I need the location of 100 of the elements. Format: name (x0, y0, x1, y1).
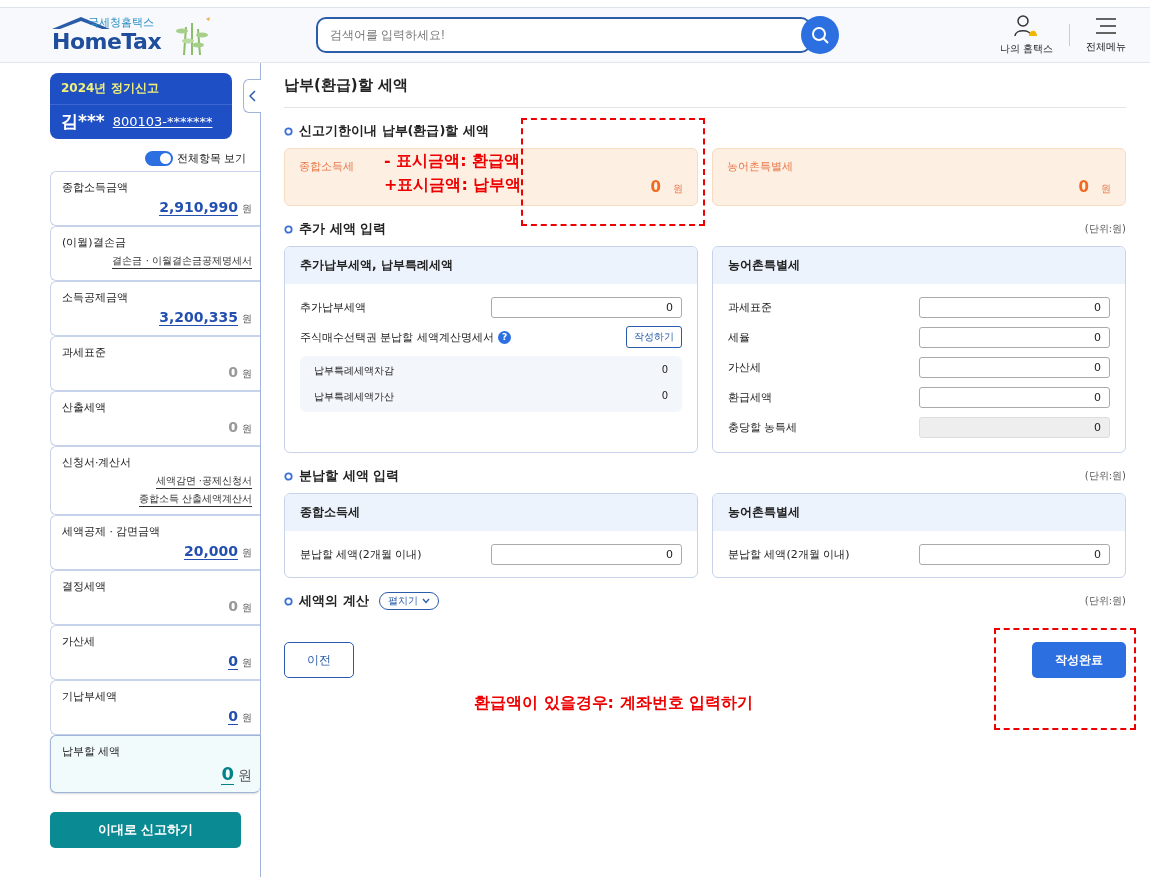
unit-label: 원 (238, 767, 252, 785)
search-field[interactable]: 검색어를 입력하세요! (316, 17, 811, 53)
unit-label: 원 (673, 182, 683, 196)
bullet-icon (284, 224, 293, 234)
user-name: 김*** (61, 110, 105, 133)
amount-link[interactable]: 2,910,990 (159, 199, 238, 216)
item-label: 세액공제 · 감면금액 (62, 524, 162, 539)
toggle-label: 전체항목 보기 (176, 151, 246, 166)
annotation-text: 환급액이 있을경우: 계좌번호 입력하기 (474, 693, 754, 714)
complete-button[interactable]: 작성완료 (1032, 642, 1126, 678)
amount-value: 0 (650, 178, 661, 196)
amount-field[interactable]: 0 (919, 386, 1110, 408)
field-label: 가산세 (728, 359, 761, 375)
expand-button[interactable]: 펼치기 (378, 592, 439, 610)
collapse-tab[interactable] (243, 79, 261, 113)
field-label: 분납할 세액(2개월 이내) (728, 546, 850, 562)
amount-field[interactable]: 0 (919, 326, 1110, 348)
help-icon[interactable]: ? (498, 330, 511, 344)
unit-label: 원 (242, 312, 252, 326)
amount-value: 0 (228, 419, 238, 435)
item-label: 기납부세액 (62, 689, 118, 704)
amount-value: 0 (1078, 178, 1089, 196)
toggle-switch[interactable] (144, 151, 173, 166)
amount-field[interactable]: 0 (919, 543, 1110, 565)
field-label: 추가납부세액 (300, 299, 366, 315)
amount-field[interactable]: 0 (491, 296, 682, 318)
field-label: 환급세액 (728, 389, 772, 405)
document-link[interactable]: 세액감면 ·공제신청서 (155, 474, 252, 489)
bullet-icon (284, 596, 293, 606)
summary-item[interactable]: 과세표준 0 원 (50, 336, 260, 391)
section-title: 신고기한이내 납부(환급)할 세액 (299, 122, 489, 140)
amount-link[interactable]: 0 (228, 708, 238, 725)
amount-value: 0 (661, 364, 668, 377)
panel-header: 농어촌특별세 (713, 494, 1125, 531)
amount-field[interactable]: 0 (919, 356, 1110, 378)
field-label: 과세표준 (728, 299, 772, 315)
panel-header: 농어촌특별세 (713, 247, 1125, 284)
summary-item[interactable]: 산출세액 0 원 (50, 391, 260, 446)
unit-label: 원 (242, 601, 252, 615)
annotation-text: - 표시금액: 환급액 +표시금액: 납부액 (384, 150, 522, 196)
amount-link[interactable]: 20,000 (183, 543, 238, 560)
summary-item[interactable]: 납부할 세액 0 원 (50, 735, 260, 793)
submit-button[interactable]: 이대로 신고하기 (50, 812, 241, 848)
section-title: 추가 세액 입력 (299, 220, 387, 238)
unit-label: 원 (242, 202, 252, 216)
unit-label: 원 (242, 546, 252, 560)
field-label: 세율 (728, 329, 750, 345)
amount-link[interactable]: 0 (221, 763, 234, 785)
summary-item[interactable]: 종합소득금액 2,910,990 원 (50, 171, 260, 226)
amount-link[interactable]: 0 (228, 653, 238, 670)
menu-icon (1094, 16, 1118, 36)
field-label: 분납할 세액(2개월 이내) (300, 546, 422, 562)
section-title: 분납할 세액 입력 (299, 467, 400, 485)
panel-header: 종합소득세 (285, 494, 697, 531)
amount-value: 0 (228, 364, 238, 380)
page-title: 납부(환급)할 세액 (284, 63, 1126, 108)
unit-label: 원 (242, 367, 252, 381)
item-label: 종합소득금액 (62, 180, 129, 195)
chevron-down-icon (421, 598, 430, 604)
card-label: 종합소득세 (299, 159, 354, 174)
summary-item[interactable]: 결정세액 0 원 (50, 570, 260, 625)
document-link[interactable]: 결손금 · 이월결손금공제명세서 (112, 254, 252, 269)
amount-field[interactable]: 0 (919, 296, 1110, 318)
card-label: 농어촌특별세 (727, 159, 793, 174)
item-label: (이월)결손금 (62, 235, 127, 250)
summary-item[interactable]: 기납부세액 0 원 (50, 680, 260, 735)
unit-note: (단위:원) (1084, 594, 1126, 608)
amount-value: 0 (661, 390, 668, 403)
item-label: 과세표준 (62, 345, 107, 360)
bullet-icon (284, 126, 293, 136)
item-label: 산출세액 (62, 400, 107, 415)
write-button[interactable]: 작성하기 (626, 326, 682, 348)
unit-note: (단위:원) (1084, 222, 1126, 236)
field-label: 납부특례세액가산 (314, 390, 394, 404)
summary-item[interactable]: 가산세 0 원 (50, 625, 260, 680)
summary-item[interactable]: 세액공제 · 감면금액 20,000 원 (50, 515, 260, 570)
item-label: 소득공제금액 (62, 290, 129, 305)
item-label: 가산세 (62, 634, 96, 649)
unit-label: 원 (242, 422, 252, 436)
item-label: 신청서·계산서 (62, 455, 133, 470)
user-bell-icon (1013, 14, 1040, 38)
field-label: 납부특례세액차감 (314, 364, 394, 378)
summary-item[interactable]: (이월)결손금 결손금 · 이월결손금공제명세서 (50, 226, 260, 281)
amount-field[interactable]: 0 (491, 543, 682, 565)
section-title: 세액의 계산 (299, 592, 369, 610)
amount-link[interactable]: 3,200,335 (159, 309, 238, 326)
my-hometax-link[interactable]: 나의 홈택스 (999, 14, 1053, 56)
period-label: 2024년 정기신고 (50, 73, 232, 105)
field-label: 주식매수선택권 분납할 세액계산명세서 (300, 329, 494, 345)
document-link[interactable]: 종합소득 산출세액계산서 (138, 492, 252, 507)
resident-number-link[interactable]: 800103-******* (112, 114, 213, 129)
search-icon (811, 26, 829, 44)
summary-item[interactable]: 소득공제금액 3,200,335 원 (50, 281, 260, 336)
item-label: 결정세액 (62, 579, 107, 594)
previous-button[interactable]: 이전 (284, 642, 354, 678)
menu-link[interactable]: 전체메뉴 (1086, 16, 1126, 54)
logo-text: HomeTax (52, 29, 162, 54)
unit-label: 원 (242, 656, 252, 670)
unit-label: 원 (242, 711, 252, 725)
summary-item[interactable]: 신청서·계산서 세액감면 ·공제신청서 종합소득 산출세액계산서 (50, 446, 260, 515)
